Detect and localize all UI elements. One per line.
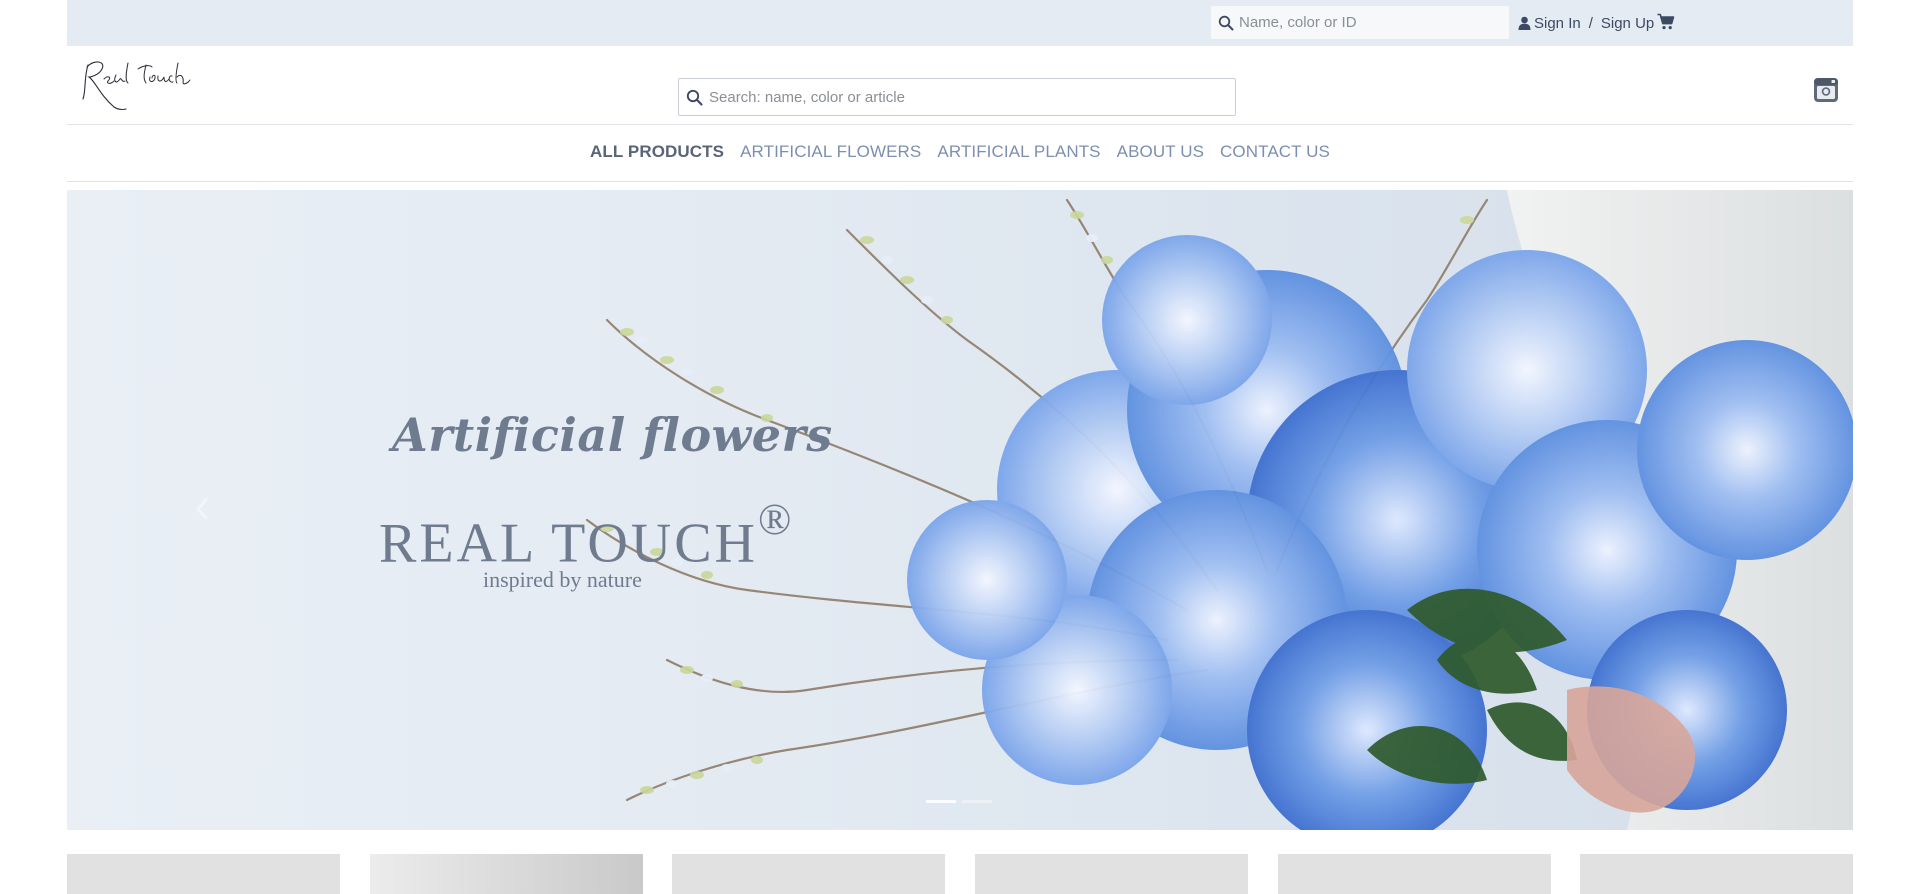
- cart-icon[interactable]: [1657, 13, 1675, 31]
- product-tile[interactable]: [370, 854, 643, 894]
- nav-item-artificial-plants[interactable]: ARTIFICIAL PLANTS: [937, 142, 1100, 162]
- hero-tagline: inspired by nature: [483, 567, 642, 592]
- product-tile[interactable]: [1278, 854, 1551, 894]
- search-icon[interactable]: [686, 89, 703, 106]
- hero-carousel[interactable]: Artificial flowers REAL TOUCH® inspired …: [67, 190, 1853, 830]
- product-tile[interactable]: [672, 854, 945, 894]
- nav-item-about-us[interactable]: ABOUT US: [1117, 142, 1204, 162]
- hero-brand: REAL TOUCH®: [379, 495, 791, 576]
- hero-headline: Artificial flowers: [392, 408, 833, 462]
- sign-in-link[interactable]: Sign In: [1534, 15, 1581, 32]
- nav-item-all-products[interactable]: ALL PRODUCTS: [590, 142, 724, 162]
- main-nav: ALL PRODUCTS ARTIFICIAL FLOWERS ARTIFICI…: [67, 137, 1853, 167]
- top-search-box[interactable]: [1210, 5, 1510, 40]
- product-tile[interactable]: [67, 854, 340, 894]
- nav-item-contact-us[interactable]: CONTACT US: [1220, 142, 1330, 162]
- auth-separator: /: [1588, 14, 1593, 32]
- nav-divider: [67, 181, 1853, 182]
- chevron-left-icon[interactable]: [191, 494, 213, 524]
- sign-up-link[interactable]: Sign Up: [1601, 15, 1654, 32]
- carousel-dot[interactable]: [962, 800, 992, 803]
- hero-brand-text: REAL TOUCH: [379, 512, 758, 575]
- nav-item-artificial-flowers[interactable]: ARTIFICIAL FLOWERS: [740, 142, 921, 162]
- user-icon: [1518, 16, 1531, 30]
- carousel-dot[interactable]: [926, 800, 956, 803]
- search-icon[interactable]: [1218, 15, 1234, 31]
- logo[interactable]: [80, 55, 192, 113]
- registered-mark: ®: [758, 495, 792, 544]
- top-utility-bar: Sign In / Sign Up: [67, 0, 1853, 46]
- top-search-input[interactable]: [1239, 6, 1505, 39]
- main-search-input[interactable]: [709, 79, 1229, 115]
- main-search-box[interactable]: [678, 78, 1236, 116]
- page: Sign In / Sign Up ALL P: [67, 0, 1853, 894]
- product-tile[interactable]: [1580, 854, 1853, 894]
- auth-links: Sign In / Sign Up: [1518, 13, 1654, 33]
- header-divider: [67, 124, 1853, 125]
- instagram-icon[interactable]: [1813, 77, 1839, 103]
- hero-flowers-image: [585, 190, 1853, 830]
- product-tile[interactable]: [975, 854, 1248, 894]
